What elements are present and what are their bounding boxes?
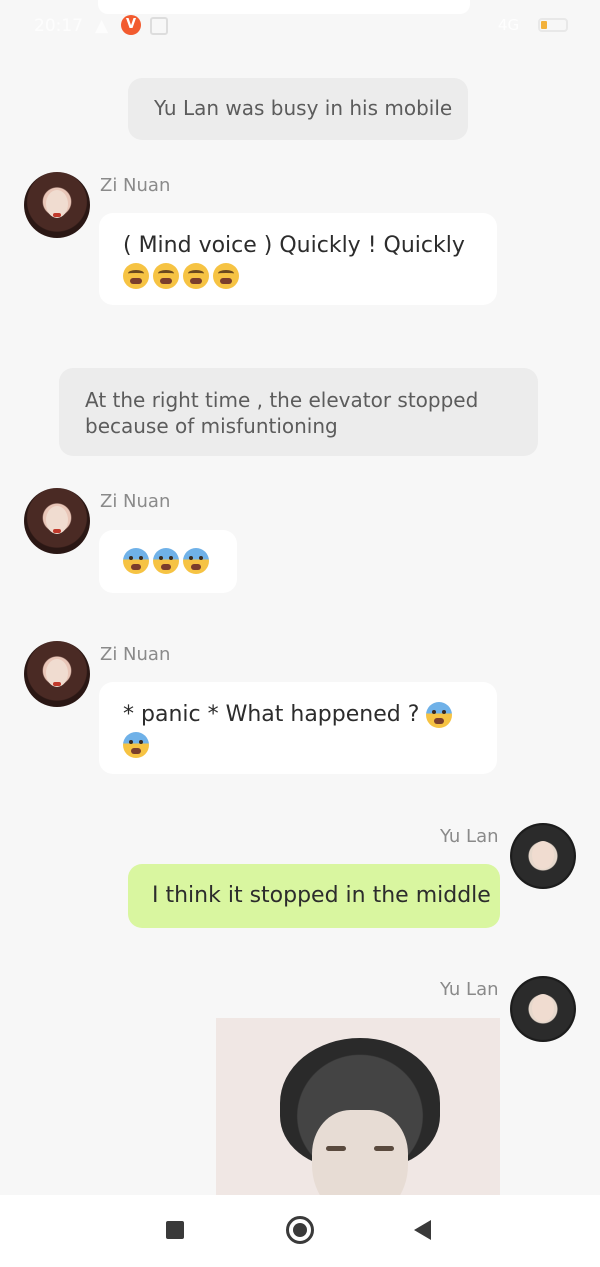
message-text: I think it stopped in the middle — [152, 883, 491, 908]
status-bar: 20:17 ▲ V 4G — [0, 0, 600, 52]
chat-bubble[interactable]: ( Mind voice ) Quickly ! Quickly — [99, 213, 497, 305]
zi-nuan-avatar[interactable] — [24, 172, 90, 238]
home-button[interactable] — [286, 1216, 314, 1244]
image-message[interactable] — [216, 1018, 500, 1208]
tired-face-emoji-icon — [213, 263, 239, 289]
chat-bubble[interactable]: * panic * What happened ? — [99, 682, 497, 774]
status-time: 20:17 — [34, 16, 83, 36]
sender-name: Zi Nuan — [100, 175, 171, 196]
yu-lan-avatar[interactable] — [510, 823, 576, 889]
battery-icon — [538, 18, 568, 32]
chat-bubble-self[interactable]: I think it stopped in the middle — [128, 864, 500, 928]
anxious-face-emoji-icon — [123, 548, 149, 574]
sender-name: Yu Lan — [440, 979, 499, 1000]
app-v-icon: V — [121, 15, 141, 35]
narration-text: At the right time , the elevator stopped… — [85, 388, 479, 438]
signal-icon — [470, 17, 492, 31]
network-indicator: 4G — [498, 16, 520, 34]
warning-icon: ▲ — [95, 16, 109, 36]
sender-name: Yu Lan — [440, 826, 499, 847]
narration-message: Yu Lan was busy in his mobile — [128, 78, 468, 140]
sender-name: Zi Nuan — [100, 491, 171, 512]
narration-text: Yu Lan was busy in his mobile — [154, 96, 453, 120]
back-button[interactable] — [414, 1220, 431, 1240]
image-eyes — [326, 1146, 394, 1152]
anxious-face-emoji-icon — [183, 548, 209, 574]
anxious-face-emoji-icon — [426, 702, 453, 728]
message-text: ( Mind voice ) Quickly ! Quickly — [123, 233, 465, 258]
message-text: * panic * What happened ? — [123, 702, 420, 727]
image-face — [312, 1110, 408, 1208]
anxious-face-emoji-icon — [153, 548, 179, 574]
narration-message: At the right time , the elevator stopped… — [59, 368, 538, 456]
zi-nuan-avatar[interactable] — [24, 641, 90, 707]
sender-name: Zi Nuan — [100, 644, 171, 665]
sim-icon — [150, 17, 168, 35]
chat-bubble[interactable] — [99, 530, 237, 593]
recent-apps-button[interactable] — [166, 1221, 184, 1239]
navigation-bar — [0, 1195, 600, 1267]
tired-face-emoji-icon — [153, 263, 179, 289]
zi-nuan-avatar[interactable] — [24, 488, 90, 554]
yu-lan-avatar[interactable] — [510, 976, 576, 1042]
tired-face-emoji-icon — [123, 263, 149, 289]
anxious-face-emoji-icon — [123, 732, 149, 758]
tired-face-emoji-icon — [183, 263, 209, 289]
